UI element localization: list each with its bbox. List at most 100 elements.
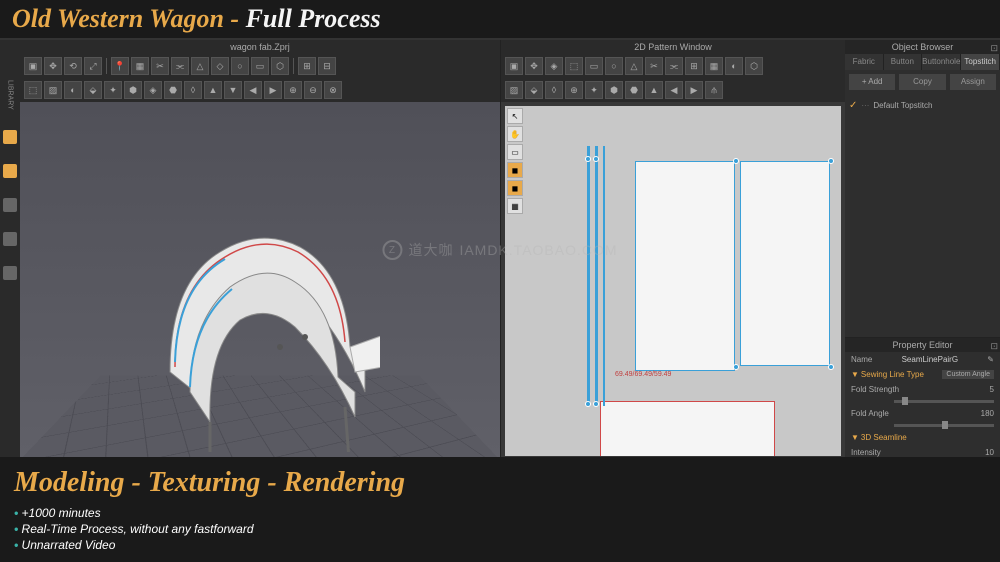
anchor-8[interactable] (593, 401, 599, 407)
tool-rotate-icon[interactable]: ⟲ (64, 57, 82, 75)
p2-tool-i-icon[interactable]: ◀ (665, 81, 683, 99)
sidebar-icon-5[interactable] (3, 266, 17, 280)
tool-a-icon[interactable]: △ (191, 57, 209, 75)
p-tool-g-icon[interactable]: △ (625, 57, 643, 75)
tool2-j-icon[interactable]: ▲ (204, 81, 222, 99)
p-tool-h-icon[interactable]: ✂ (645, 57, 663, 75)
tool2-m-icon[interactable]: ▶ (264, 81, 282, 99)
edit-icon[interactable]: ✎ (987, 355, 994, 364)
tool-mesh-icon[interactable]: ▦ (131, 57, 149, 75)
seam-line-3[interactable] (603, 146, 605, 406)
pt-fill2-icon[interactable]: ◼ (507, 180, 523, 196)
p-tool-i-icon[interactable]: ⫘ (665, 57, 683, 75)
assign-button[interactable]: Assign (950, 74, 996, 90)
fold-strength-slider[interactable] (894, 400, 994, 403)
anchor-1[interactable] (585, 156, 591, 162)
tool2-b-icon[interactable]: ▨ (44, 81, 62, 99)
tool2-p-icon[interactable]: ⊗ (324, 81, 342, 99)
pt-fill-icon[interactable]: ◼ (507, 162, 523, 178)
p2-tool-b-icon[interactable]: ⬙ (525, 81, 543, 99)
p2-tool-d-icon[interactable]: ⊕ (565, 81, 583, 99)
tab-button[interactable]: Button (884, 54, 923, 70)
p2-tool-c-icon[interactable]: ◊ (545, 81, 563, 99)
tool-g-icon[interactable]: ⊟ (318, 57, 336, 75)
tool2-h-icon[interactable]: ⬣ (164, 81, 182, 99)
p2-tool-a-icon[interactable]: ▨ (505, 81, 523, 99)
tool2-d-icon[interactable]: ⬙ (84, 81, 102, 99)
tool2-c-icon[interactable]: ◐ (64, 81, 82, 99)
slider-thumb[interactable] (902, 397, 908, 405)
p-tool-j-icon[interactable]: ⊞ (685, 57, 703, 75)
sewing-section[interactable]: ▼ Sewing Line Type Custom Angle (845, 367, 1000, 382)
p2-tool-f-icon[interactable]: ⬢ (605, 81, 623, 99)
p-tool-a-icon[interactable]: ▣ (505, 57, 523, 75)
anchor-5[interactable] (733, 364, 739, 370)
p-tool-l-icon[interactable]: ◐ (725, 57, 743, 75)
pt-arrow-icon[interactable]: ↖ (507, 108, 523, 124)
pattern-piece-2[interactable] (740, 161, 830, 366)
pattern-piece-3[interactable] (600, 401, 775, 456)
list-item-default[interactable]: ✓ ⋯ Default Topstitch (849, 98, 996, 113)
fold-angle-value[interactable]: 180 (981, 409, 994, 418)
anchor-6[interactable] (828, 364, 834, 370)
sidebar-icon-1[interactable] (3, 130, 17, 144)
sidebar-icon-3[interactable] (3, 198, 17, 212)
anchor-2[interactable] (593, 156, 599, 162)
slider-thumb-2[interactable] (942, 421, 948, 429)
p2-tool-h-icon[interactable]: ▲ (645, 81, 663, 99)
p-tool-d-icon[interactable]: ⬚ (565, 57, 583, 75)
p-tool-b-icon[interactable]: ✥ (525, 57, 543, 75)
fold-angle-slider[interactable] (894, 424, 994, 427)
tool2-n-icon[interactable]: ⊕ (284, 81, 302, 99)
tool2-f-icon[interactable]: ⬢ (124, 81, 142, 99)
anchor-4[interactable] (828, 158, 834, 164)
pattern-2d-canvas[interactable]: ↖ ✋ ▭ ◼ ◼ ▦ (505, 106, 841, 456)
tool-move-icon[interactable]: ✥ (44, 57, 62, 75)
sidebar-icon-4[interactable] (3, 232, 17, 246)
p2-tool-j-icon[interactable]: ▶ (685, 81, 703, 99)
pt-hand-icon[interactable]: ✋ (507, 126, 523, 142)
pt-grid-icon[interactable]: ▦ (507, 198, 523, 214)
p2-tool-g-icon[interactable]: ⬣ (625, 81, 643, 99)
tool2-a-icon[interactable]: ⬚ (24, 81, 42, 99)
tool2-i-icon[interactable]: ◊ (184, 81, 202, 99)
viewport-3d-canvas[interactable] (20, 102, 500, 460)
fold-strength-value[interactable]: 5 (990, 385, 994, 394)
tool2-g-icon[interactable]: ◈ (144, 81, 162, 99)
seam-line-2[interactable] (595, 146, 598, 406)
tool2-k-icon[interactable]: ▼ (224, 81, 242, 99)
intensity-value[interactable]: 10 (985, 448, 994, 457)
seamline-section[interactable]: ▼ 3D Seamline (845, 430, 1000, 445)
tab-fabric[interactable]: Fabric (845, 54, 884, 70)
tool-f-icon[interactable]: ⊞ (298, 57, 316, 75)
tool-e-icon[interactable]: ⬡ (271, 57, 289, 75)
anchor-3[interactable] (733, 158, 739, 164)
p2-tool-e-icon[interactable]: ✦ (585, 81, 603, 99)
tool-scale-icon[interactable]: ⤢ (84, 57, 102, 75)
tool2-o-icon[interactable]: ⊖ (304, 81, 322, 99)
tool-sew-icon[interactable]: ⫘ (171, 57, 189, 75)
tool-select-icon[interactable]: ▣ (24, 57, 42, 75)
p-tool-k-icon[interactable]: ▦ (705, 57, 723, 75)
copy-button[interactable]: Copy (899, 74, 945, 90)
sidebar-icon-2[interactable] (3, 164, 17, 178)
p-tool-e-icon[interactable]: ▭ (585, 57, 603, 75)
seam-line-1[interactable] (587, 146, 590, 406)
prop-name-value[interactable]: SeamLinePairG (902, 355, 958, 364)
sewing-dropdown[interactable]: Custom Angle (942, 370, 994, 379)
sidebar-tab-library[interactable]: LIBRARY (7, 80, 14, 110)
add-button[interactable]: + Add (849, 74, 895, 90)
tool-d-icon[interactable]: ▭ (251, 57, 269, 75)
tool-b-icon[interactable]: ◇ (211, 57, 229, 75)
tool2-l-icon[interactable]: ◀ (244, 81, 262, 99)
tab-buttonhole[interactable]: Buttonhole (922, 54, 961, 70)
pt-box-icon[interactable]: ▭ (507, 144, 523, 160)
tool2-e-icon[interactable]: ✦ (104, 81, 122, 99)
p2-tool-k-icon[interactable]: ⫛ (705, 81, 723, 99)
p-tool-c-icon[interactable]: ◈ (545, 57, 563, 75)
p-tool-m-icon[interactable]: ⬡ (745, 57, 763, 75)
prop-close-icon[interactable]: ⊡ (990, 339, 998, 353)
tool-cut-icon[interactable]: ✂ (151, 57, 169, 75)
p-tool-f-icon[interactable]: ○ (605, 57, 623, 75)
close-icon[interactable]: ⊡ (990, 41, 998, 55)
